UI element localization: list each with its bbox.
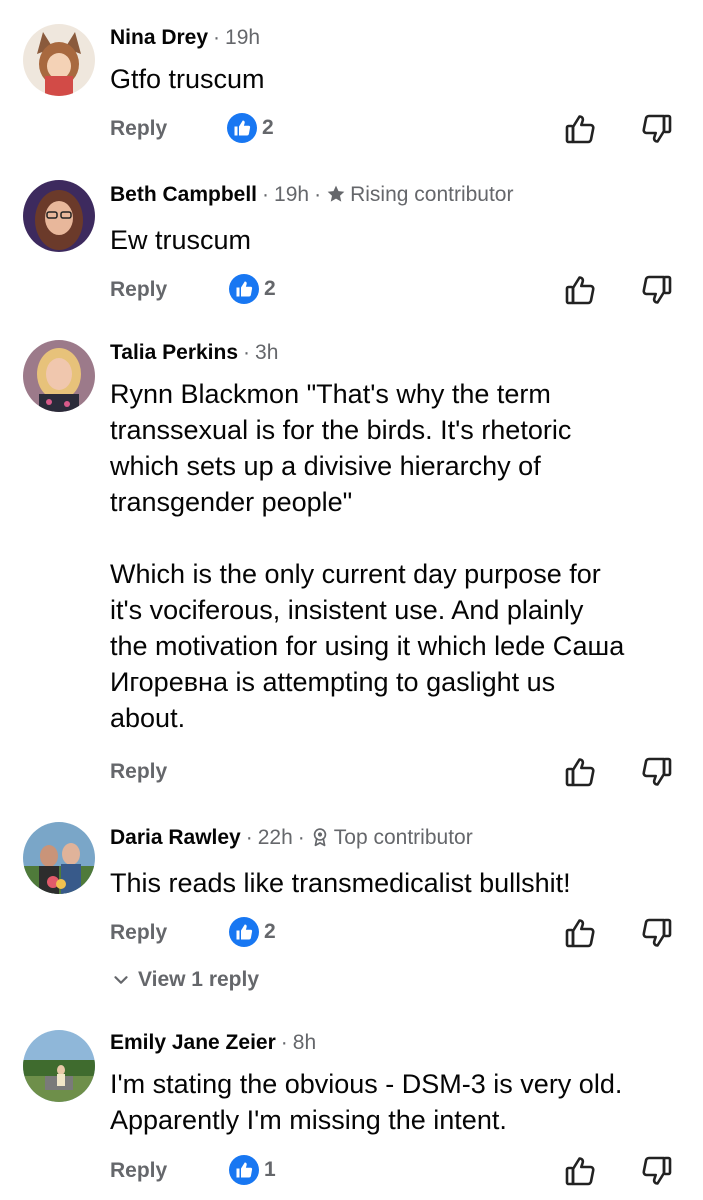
award-icon [313, 828, 327, 847]
author-name[interactable]: Nina Drey [110, 26, 208, 49]
avatar[interactable] [23, 180, 95, 252]
comment-text: Rynn Blackmon "That's why the term trans… [110, 379, 625, 733]
upvote-button[interactable] [562, 754, 598, 790]
thumbs-down-outline-icon [642, 1156, 672, 1185]
timestamp[interactable]: 19h [274, 183, 309, 206]
downvote-button[interactable] [639, 915, 675, 951]
reaction-count: 1 [264, 1158, 276, 1181]
upvote-button[interactable] [562, 111, 598, 147]
view-replies-link[interactable]: View 1 reply [110, 968, 259, 992]
reply-button[interactable]: Reply [110, 278, 167, 302]
comment-text: Gtfo truscum [110, 64, 265, 94]
comment-meta: Nina Drey · 19h [110, 26, 261, 49]
reaction-summary[interactable]: 2 [229, 917, 276, 947]
author-name[interactable]: Emily Jane Zeier [110, 1031, 276, 1054]
thumbs-up-outline-icon [565, 276, 595, 305]
thumbs-up-outline-icon [565, 115, 595, 144]
timestamp[interactable]: 3h [255, 341, 278, 364]
reaction-summary[interactable]: 2 [227, 113, 274, 143]
thumbs-up-icon [229, 274, 259, 304]
upvote-button[interactable] [562, 915, 598, 951]
contributor-badge: Top contributor [333, 826, 473, 849]
avatar[interactable] [23, 1030, 95, 1102]
comment-actions: Reply 2 [0, 915, 703, 955]
author-name[interactable]: Daria Rawley [110, 826, 241, 849]
chevron-down-icon [114, 976, 128, 984]
comment-meta: Talia Perkins · 3h [110, 341, 279, 364]
reply-button[interactable]: Reply [110, 921, 167, 945]
avatar[interactable] [23, 822, 95, 894]
avatar[interactable] [23, 340, 95, 412]
reaction-count: 2 [264, 277, 276, 300]
comment-text: This reads like transmedicalist bullshit… [110, 868, 571, 898]
contributor-badge: Rising contributor [350, 183, 514, 206]
star-icon [327, 185, 345, 202]
thumbs-down-outline-icon [642, 275, 672, 304]
thumbs-down-outline-icon [642, 918, 672, 947]
thumbs-up-outline-icon [565, 758, 595, 787]
timestamp[interactable]: 22h [258, 826, 293, 849]
thumbs-down-outline-icon [642, 114, 672, 143]
comment-actions: Reply 2 [0, 111, 703, 151]
comment-text: I'm stating the obvious - DSM-3 is very … [110, 1069, 623, 1135]
thumbs-up-icon [229, 917, 259, 947]
thumbs-up-outline-icon [565, 919, 595, 948]
comment-meta: Emily Jane Zeier · 8h [110, 1031, 317, 1054]
author-name[interactable]: Talia Perkins [110, 341, 238, 364]
comment-meta: Daria Rawley · 22h · Top contributor [110, 826, 473, 849]
thumbs-up-icon [227, 113, 257, 143]
downvote-button[interactable] [639, 1153, 675, 1189]
avatar[interactable] [23, 24, 95, 96]
comment-actions: Reply 1 [0, 1153, 703, 1193]
reply-button[interactable]: Reply [110, 760, 167, 784]
thumbs-up-icon [229, 1155, 259, 1185]
comment-meta: Beth Campbell · 19h · Rising contributor [110, 183, 514, 206]
comment-actions: Reply [0, 754, 703, 794]
view-replies-label: View 1 reply [138, 968, 260, 991]
comment-actions: Reply 2 [0, 272, 703, 312]
reply-button[interactable]: Reply [110, 117, 167, 141]
upvote-button[interactable] [562, 272, 598, 308]
reaction-count: 2 [264, 920, 276, 943]
timestamp[interactable]: 8h [293, 1031, 316, 1054]
author-name[interactable]: Beth Campbell [110, 183, 257, 206]
reaction-summary[interactable]: 1 [229, 1155, 276, 1185]
reaction-summary[interactable]: 2 [229, 274, 276, 304]
reply-button[interactable]: Reply [110, 1159, 167, 1183]
thumbs-down-outline-icon [642, 757, 672, 786]
downvote-button[interactable] [639, 272, 675, 308]
downvote-button[interactable] [639, 754, 675, 790]
reaction-count: 2 [262, 116, 274, 139]
comment-text: Ew truscum [110, 225, 252, 255]
thumbs-up-outline-icon [565, 1157, 595, 1186]
downvote-button[interactable] [639, 111, 675, 147]
timestamp[interactable]: 19h [225, 26, 260, 49]
upvote-button[interactable] [562, 1153, 598, 1189]
